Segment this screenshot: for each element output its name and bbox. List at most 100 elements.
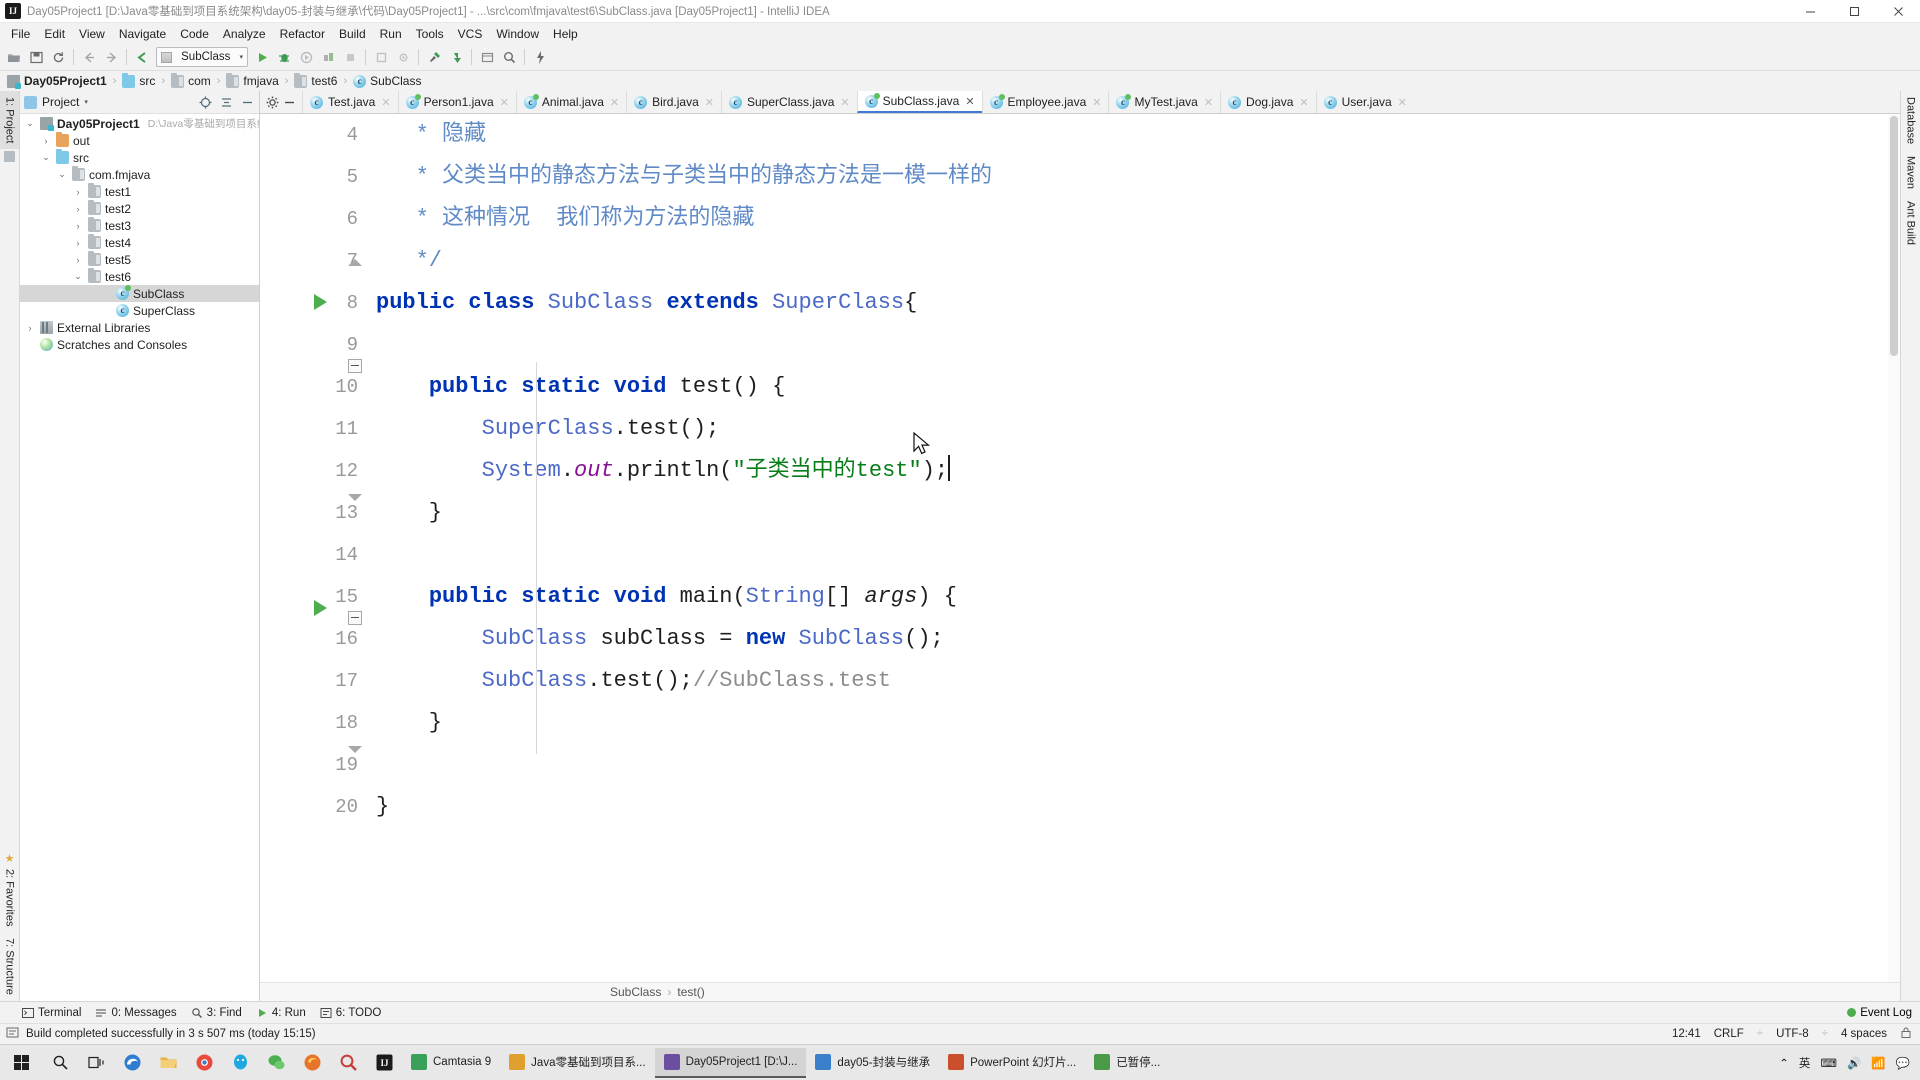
locate-icon[interactable] [197,94,213,110]
tool-button-todo[interactable]: 6: TODO [320,1007,381,1019]
chevron-right-icon[interactable]: › [72,187,84,197]
collapse-all-icon[interactable] [218,94,234,110]
tree-item-external-libraries[interactable]: › External Libraries [20,319,259,336]
menu-tools[interactable]: Tools [409,24,451,44]
close-icon[interactable]: ✕ [1299,96,1308,109]
menu-navigate[interactable]: Navigate [112,24,173,44]
task-view-icon[interactable] [78,1045,114,1080]
close-icon[interactable]: ✕ [1092,96,1101,109]
tree-item-test5[interactable]: › test5 [20,251,259,268]
tree-item-test1[interactable]: › test1 [20,183,259,200]
editor-tab-employee-java[interactable]: c Employee.java ✕ [981,91,1109,113]
tool-button-run[interactable]: 4: Run [256,1007,306,1019]
settings-icon[interactable] [392,46,414,68]
flash-icon[interactable] [529,46,551,68]
menu-help[interactable]: Help [546,24,585,44]
tool-button-find[interactable]: 3: Find [191,1007,242,1019]
tree-item-project[interactable]: ⌄ Day05Project1 D:\Java零基础到项目系统 [20,115,259,132]
taskbar-app-intellij[interactable]: Day05Project1 [D:\J... [654,1047,807,1078]
line-separator[interactable]: CRLF [1714,1028,1744,1040]
chevron-down-icon[interactable]: ⌄ [72,271,84,282]
close-icon[interactable]: ✕ [381,96,390,109]
close-icon[interactable]: ✕ [1204,96,1213,109]
chevron-right-icon[interactable]: › [24,323,36,333]
taskbar-pinned-idea-icon[interactable]: IJ [366,1045,402,1080]
jump-to-source-icon[interactable] [131,46,153,68]
tree-item-com-fmjava[interactable]: ⌄ com.fmjava [20,166,259,183]
close-icon[interactable]: ✕ [610,96,619,109]
stop-icon[interactable] [339,46,361,68]
file-encoding[interactable]: UTF-8 [1776,1028,1809,1040]
taskbar-pinned-firefox-icon[interactable] [294,1045,330,1080]
tool-tab-maven[interactable]: Maven [1903,150,1919,195]
tree-item-subclass[interactable]: c SubClass [20,285,259,302]
close-icon[interactable]: ✕ [500,96,509,109]
minus-icon[interactable] [282,95,297,110]
chevron-right-icon[interactable]: › [72,238,84,248]
breadcrumb-item-src[interactable]: src [120,72,157,88]
menu-analyze[interactable]: Analyze [216,24,273,44]
code-editor[interactable]: 4 5 6 7 8 9 10 11 12 13 14 15 16 17 18 1… [260,114,1900,982]
tool-tab-structure-icon-holder[interactable] [0,149,19,168]
editor-tab-animal-java[interactable]: c Animal.java ✕ [515,91,627,113]
editor-tab-superclass-java[interactable]: c SuperClass.java ✕ [721,91,857,113]
chevron-down-icon[interactable]: ⌄ [40,152,52,163]
tree-item-out[interactable]: › out [20,132,259,149]
lock-icon[interactable] [1900,1026,1912,1042]
tool-tab-structure[interactable]: 7: Structure [0,932,19,1001]
tree-item-test6[interactable]: ⌄ test6 [20,268,259,285]
taskbar-pinned-explorer-icon[interactable] [150,1045,186,1080]
taskbar-pinned-qq-icon[interactable] [222,1045,258,1080]
chevron-down-icon[interactable]: ▾ [84,98,88,106]
editor-tab-user-java[interactable]: c User.java ✕ [1315,91,1414,113]
taskbar-pinned-chrome-icon[interactable] [186,1045,222,1080]
menu-view[interactable]: View [72,24,112,44]
chevron-down-icon[interactable]: ⌄ [24,118,36,129]
gear-icon[interactable] [265,95,280,110]
breadcrumb-item-test6[interactable]: test6 [292,72,339,88]
tree-item-superclass[interactable]: c SuperClass [20,302,259,319]
taskbar-pinned-wechat-icon[interactable] [258,1045,294,1080]
chevron-down-icon[interactable]: ⌄ [56,169,68,180]
attach-icon[interactable] [370,46,392,68]
notification-icon[interactable]: 💬 [1896,1056,1910,1070]
save-all-icon[interactable] [25,46,47,68]
menu-run[interactable]: Run [373,24,409,44]
project-tree[interactable]: ⌄ Day05Project1 D:\Java零基础到项目系统 › out ⌄ … [20,114,259,1001]
commit-icon[interactable] [476,46,498,68]
menu-window[interactable]: Window [489,24,546,44]
search-everywhere-icon[interactable] [498,46,520,68]
open-folder-icon[interactable] [3,46,25,68]
tool-tab-project[interactable]: 1: Project [0,91,19,150]
tree-item-src[interactable]: ⌄ src [20,149,259,166]
menu-vcs[interactable]: VCS [451,24,490,44]
update-project-icon[interactable] [445,46,467,68]
taskbar-app-powerpoint[interactable]: PowerPoint 幻灯片... [939,1048,1085,1078]
editor-tab-subclass-java[interactable]: c SubClass.java ✕ [856,91,982,113]
editor-tab-dog-java[interactable]: c Dog.java ✕ [1220,91,1316,113]
editor-tab-person1-java[interactable]: c Person1.java ✕ [397,91,516,113]
tree-item-scratches[interactable]: Scratches and Consoles [20,336,259,353]
caret-position[interactable]: 12:41 [1672,1028,1701,1040]
sync-icon[interactable] [47,46,69,68]
build-icon[interactable] [423,46,445,68]
tray-caret-icon[interactable]: ⌃ [1779,1056,1789,1070]
editor-tab-test-java[interactable]: c Test.java ✕ [302,91,398,113]
code-breadcrumb-class[interactable]: SubClass [610,985,661,999]
menu-file[interactable]: File [4,24,37,44]
chevron-right-icon[interactable]: › [72,255,84,265]
code-breadcrumb-method[interactable]: test() [677,985,704,999]
minimize-button[interactable] [1788,0,1832,23]
hide-icon[interactable] [239,94,255,110]
breadcrumb-item-subclass[interactable]: c SubClass [351,74,423,88]
taskbar-pinned-edge-icon[interactable] [114,1045,150,1080]
maximize-button[interactable] [1832,0,1876,23]
close-button[interactable] [1876,0,1920,23]
volume-icon[interactable]: 🔊 [1847,1056,1861,1070]
taskbar-pinned-search-app-icon[interactable] [330,1045,366,1080]
tool-button-messages[interactable]: 0: Messages [95,1007,177,1019]
run-icon[interactable] [251,46,273,68]
debug-icon[interactable] [273,46,295,68]
chevron-right-icon[interactable]: › [40,136,52,146]
close-icon[interactable]: ✕ [965,95,974,108]
